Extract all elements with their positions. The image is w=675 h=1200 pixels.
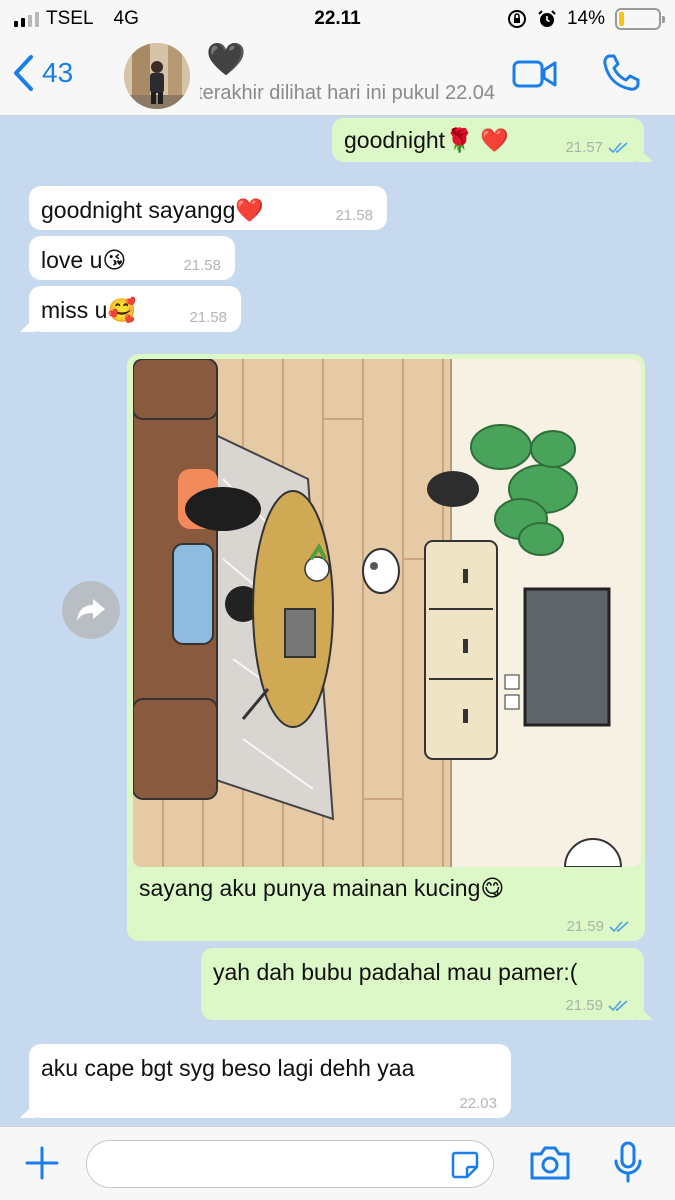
message-meta: 21.58	[189, 309, 227, 326]
message-text: goodnight sayangg❤️	[41, 197, 265, 223]
message-text: aku cape bgt syg beso lagi dehh yaa	[41, 1055, 415, 1081]
back-button[interactable]: 43	[12, 54, 73, 92]
phone-call-icon[interactable]	[600, 52, 642, 94]
message-bubble-incoming[interactable]: miss u🥰 21.58	[20, 286, 241, 332]
contact-name[interactable]: 🖤	[206, 40, 246, 78]
cat-game-screenshot	[133, 359, 641, 867]
forward-button[interactable]	[62, 581, 120, 639]
avatar[interactable]	[124, 43, 190, 109]
forward-arrow-icon	[77, 599, 105, 621]
message-meta: 22.03	[459, 1095, 497, 1112]
video-call-icon[interactable]	[512, 56, 558, 92]
camera-icon[interactable]	[528, 1144, 572, 1182]
orientation-lock-icon	[507, 10, 526, 28]
message-input-bar	[0, 1126, 675, 1200]
unread-count: 43	[42, 57, 74, 88]
read-ticks-icon	[608, 999, 628, 1011]
message-bubble-image[interactable]: sayang aku punya mainan kucing😋 21.59	[127, 354, 645, 941]
microphone-icon[interactable]	[612, 1141, 644, 1185]
network-type: 4G	[113, 8, 139, 29]
message-time: 22.03	[459, 1095, 497, 1112]
message-text: goodnight🌹 ❤️	[344, 127, 509, 153]
message-time: 21.58	[335, 207, 373, 224]
message-time: 21.57	[565, 139, 603, 156]
message-time: 21.59	[566, 918, 604, 935]
message-bubble-outgoing[interactable]: goodnight🌹 ❤️ 21.57	[332, 118, 653, 162]
sticker-icon[interactable]	[449, 1149, 481, 1181]
read-ticks-icon	[609, 920, 629, 932]
message-bubble-incoming[interactable]: love u😘 21.58	[29, 236, 235, 280]
battery-percent: 14%	[566, 8, 605, 29]
battery-icon	[615, 8, 665, 30]
message-bubble-incoming[interactable]: goodnight sayangg❤️ 21.58	[29, 186, 387, 230]
chat-header: 43 🖤 terakhir dilihat hari ini pukul 22.…	[0, 38, 675, 116]
message-text: love u😘	[41, 247, 127, 273]
plus-icon[interactable]	[24, 1145, 60, 1181]
battery-level	[619, 12, 625, 26]
message-meta: 21.59	[566, 918, 631, 935]
shared-image[interactable]	[133, 359, 641, 867]
read-ticks-icon	[608, 141, 628, 153]
message-time: 21.59	[565, 997, 603, 1014]
carrier-name: TSEL	[46, 8, 94, 29]
contact-last-seen-text: terakhir dilihat hari ini pukul 22.04	[200, 82, 495, 104]
message-text: yah dah bubu padahal mau pamer:(	[213, 959, 578, 985]
message-time: 21.58	[183, 257, 221, 274]
message-meta: 21.58	[183, 257, 221, 274]
message-time: 21.58	[189, 309, 227, 326]
message-meta: 21.58	[335, 207, 373, 224]
chevron-left-icon	[14, 55, 33, 91]
message-meta: 21.59	[565, 997, 630, 1014]
contact-last-seen: terakhir dilihat hari ini pukul 22.04	[200, 82, 495, 105]
avatar-photo	[124, 43, 190, 109]
alarm-icon	[538, 10, 556, 27]
message-input[interactable]	[86, 1140, 494, 1188]
status-bar: TSEL 4G 22.11 14%	[0, 0, 675, 38]
message-meta: 21.57	[565, 139, 630, 156]
message-bubble-outgoing[interactable]: yah dah bubu padahal mau pamer:( 21.59	[201, 948, 653, 1020]
image-caption: sayang aku punya mainan kucing😋	[139, 875, 505, 901]
message-bubble-incoming[interactable]: aku cape bgt syg beso lagi dehh yaa 22.0…	[20, 1044, 511, 1118]
signal-strength-icon	[14, 11, 39, 27]
message-text: miss u🥰	[41, 297, 137, 323]
